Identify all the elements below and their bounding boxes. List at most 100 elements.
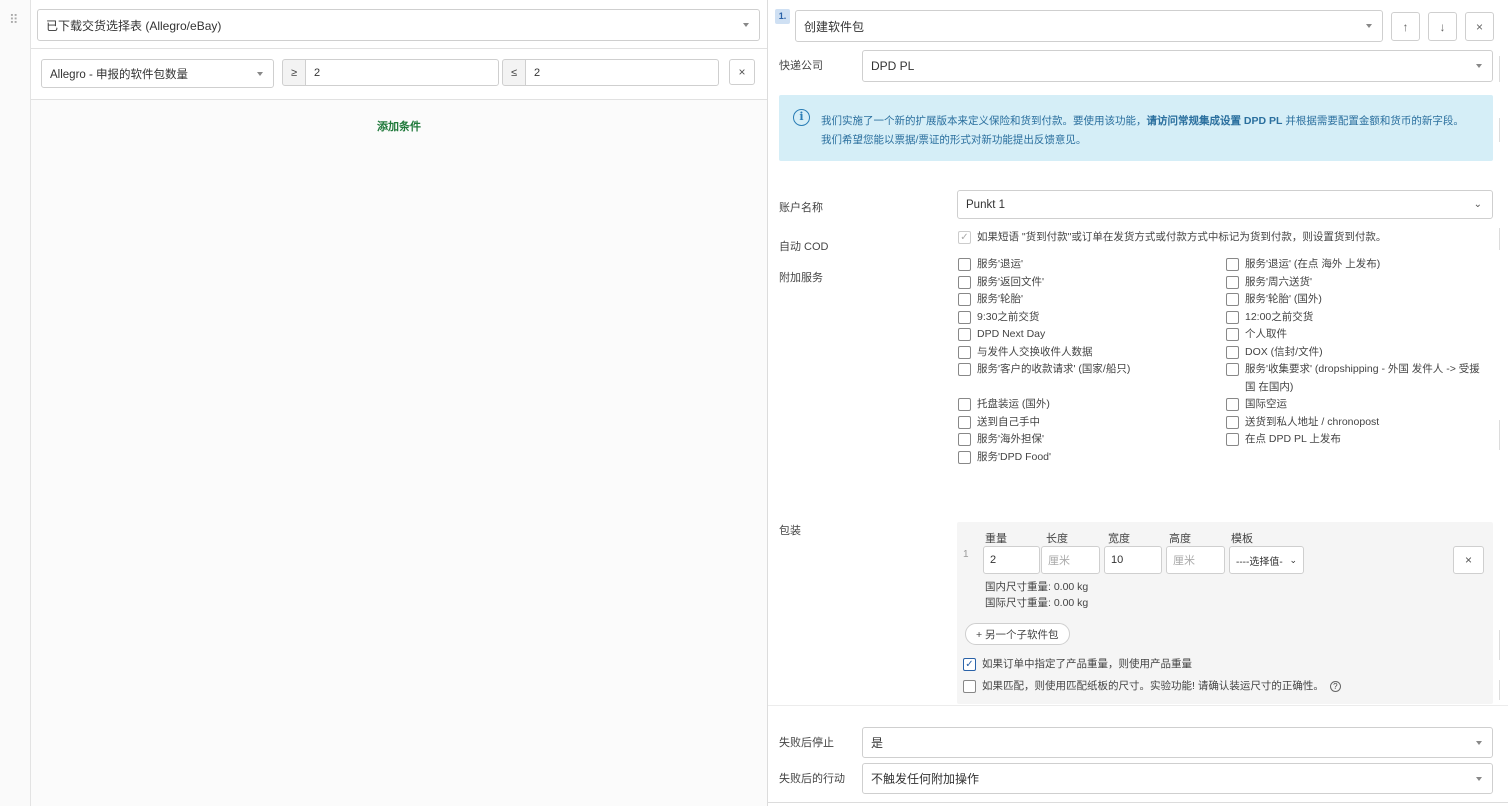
- close-icon: ×: [1464, 553, 1472, 567]
- service-checkbox[interactable]: [1226, 345, 1239, 359]
- info-alert: i 我们实施了一个新的扩展版本来定义保险和货到付款。要使用该功能，请访问常规集成…: [779, 95, 1493, 161]
- action-number-badge: 1.: [775, 9, 790, 24]
- auto-cod-checkbox[interactable]: ✓: [958, 231, 971, 244]
- arrow-down-icon: ↓: [1439, 19, 1446, 34]
- min-value-input[interactable]: 2: [305, 59, 499, 86]
- remove-condition-button[interactable]: ×: [729, 59, 755, 85]
- integration-settings-link[interactable]: 请访问常规集成设置 DPD PL: [1147, 115, 1283, 127]
- service-checkbox[interactable]: [958, 433, 971, 446]
- edge-divider: [1499, 630, 1500, 660]
- service-label: 送到自己手中: [977, 415, 1040, 428]
- service-label: 12:00之前交货: [1245, 310, 1314, 323]
- account-select[interactable]: Punkt 1 ⌄: [957, 190, 1493, 219]
- service-option[interactable]: 服务'轮胎' (国外): [1226, 291, 1488, 309]
- service-option[interactable]: 12:00之前交货: [1226, 309, 1488, 327]
- template-select[interactable]: ----选择值- ⌄: [1229, 546, 1304, 574]
- service-checkbox[interactable]: [1226, 328, 1239, 341]
- source-select[interactable]: 已下载交货选择表 (Allegro/eBay): [37, 9, 760, 41]
- service-checkbox[interactable]: [1226, 363, 1239, 376]
- service-checkbox[interactable]: [958, 293, 971, 306]
- service-label: 服务'退运' (在点 海外 上发布): [1245, 258, 1381, 270]
- service-option[interactable]: 服务'退运': [958, 256, 1218, 274]
- service-checkbox[interactable]: [1226, 310, 1239, 324]
- service-checkbox[interactable]: [958, 328, 971, 341]
- service-checkbox[interactable]: [958, 345, 971, 359]
- service-option[interactable]: DOX (信封/文件): [1226, 344, 1488, 362]
- service-checkbox[interactable]: [1226, 293, 1239, 306]
- use-carton-size-option[interactable]: 如果匹配，则使用匹配纸板的尺寸。实验功能! 请确认装运尺寸的正确性。 ?: [963, 678, 1341, 696]
- service-label: DPD Next Day: [977, 328, 1046, 340]
- width-input[interactable]: 10: [1104, 546, 1162, 574]
- use-product-weight-checkbox[interactable]: ✓: [963, 658, 976, 671]
- service-checkbox[interactable]: [958, 258, 971, 271]
- service-checkbox[interactable]: [1226, 275, 1239, 289]
- weight-header: 重量: [985, 533, 1007, 545]
- service-option[interactable]: 送货到私人地址 / chronopost: [1226, 414, 1488, 432]
- chevron-down-icon: [1366, 24, 1372, 28]
- service-label: 服务'客户的收款请求' (国家/船只): [977, 363, 1131, 375]
- intl-dim-weight: 国际尺寸重量: 0.00 kg: [985, 597, 1089, 609]
- chevron-down-icon: ⌄: [1473, 199, 1482, 210]
- package-index: 1: [963, 549, 969, 560]
- service-option[interactable]: 服务'收集要求' (dropshipping - 外国 发件人 -> 受援国 在…: [1226, 361, 1488, 396]
- length-header: 长度: [1046, 533, 1068, 545]
- service-checkbox[interactable]: [958, 310, 971, 324]
- service-checkbox[interactable]: [958, 398, 971, 411]
- service-option[interactable]: 个人取件: [1226, 326, 1488, 344]
- action-after-fail-label: 失败后的行动: [779, 773, 845, 785]
- stop-on-fail-select[interactable]: 是: [862, 727, 1493, 758]
- use-carton-size-label: 如果匹配，则使用匹配纸板的尺寸。实验功能! 请确认装运尺寸的正确性。: [982, 680, 1324, 692]
- max-value-input[interactable]: 2: [525, 59, 719, 86]
- add-subpackage-button[interactable]: + 另一个子软件包: [965, 623, 1070, 645]
- courier-select[interactable]: DPD PL: [862, 50, 1493, 82]
- add-condition-link[interactable]: 添加条件: [31, 118, 767, 134]
- service-option[interactable]: 服务'海外担保': [958, 431, 1218, 449]
- close-icon: ×: [1475, 19, 1483, 34]
- use-product-weight-option[interactable]: ✓ 如果订单中指定了产品重量，则使用产品重量: [963, 656, 1192, 674]
- service-checkbox[interactable]: [958, 415, 971, 429]
- info-text-feedback: 我们希望您能以票据/票证的形式对新功能提出反馈意见。: [821, 134, 1087, 146]
- use-carton-size-checkbox[interactable]: [963, 680, 976, 693]
- service-option[interactable]: 送到自己手中: [958, 414, 1218, 432]
- service-option[interactable]: 国际空运: [1226, 396, 1488, 414]
- remove-package-button[interactable]: ×: [1453, 546, 1484, 574]
- remove-action-button[interactable]: ×: [1465, 12, 1494, 41]
- edge-divider: [1499, 228, 1500, 250]
- drag-handle-icon[interactable]: ⠿: [9, 13, 18, 26]
- service-option[interactable]: 服务'DPD Food': [958, 449, 1218, 467]
- service-option[interactable]: 9:30之前交货: [958, 309, 1218, 327]
- service-option[interactable]: 服务'返回文件': [958, 274, 1218, 292]
- service-option[interactable]: 在点 DPD PL 上发布: [1226, 431, 1488, 449]
- help-icon[interactable]: ?: [1329, 681, 1341, 692]
- service-option[interactable]: 服务'周六送货': [1226, 274, 1488, 292]
- service-option[interactable]: 托盘装运 (国外): [958, 396, 1218, 414]
- condition-field-select[interactable]: Allegro - 申报的软件包数量: [41, 59, 274, 88]
- height-input[interactable]: 厘米: [1166, 546, 1225, 574]
- weight-input[interactable]: 2: [983, 546, 1040, 574]
- condition-row: Allegro - 申报的软件包数量 ≥ 2 ≤ 2 ×: [31, 49, 767, 100]
- account-select-value: Punkt 1: [966, 198, 1005, 211]
- action-select[interactable]: 创建软件包: [795, 10, 1383, 42]
- service-checkbox[interactable]: [1226, 258, 1239, 271]
- action-after-fail-select[interactable]: 不触发任何附加操作: [862, 763, 1493, 794]
- action-select-value: 创建软件包: [804, 19, 865, 34]
- service-checkbox[interactable]: [958, 275, 971, 289]
- service-checkbox[interactable]: [958, 363, 971, 376]
- move-down-button[interactable]: ↓: [1428, 12, 1457, 41]
- service-option[interactable]: 服务'轮胎': [958, 291, 1218, 309]
- info-text-part1: 我们实施了一个新的扩展版本来定义保险和货到付款。要使用该功能，: [821, 115, 1147, 127]
- service-option[interactable]: 服务'退运' (在点 海外 上发布): [1226, 256, 1488, 274]
- service-option[interactable]: DPD Next Day: [958, 326, 1218, 344]
- service-checkbox[interactable]: [1226, 415, 1239, 429]
- service-checkbox[interactable]: [958, 450, 971, 464]
- edge-divider: [1499, 118, 1500, 142]
- service-checkbox[interactable]: [1226, 398, 1239, 411]
- use-product-weight-label: 如果订单中指定了产品重量，则使用产品重量: [982, 658, 1192, 670]
- move-up-button[interactable]: ↑: [1391, 12, 1420, 41]
- length-input[interactable]: 厘米: [1041, 546, 1100, 574]
- info-text-part2: 并根据需要配置金额和货币的新字段。: [1282, 115, 1464, 127]
- service-option[interactable]: 服务'客户的收款请求' (国家/船只): [958, 361, 1218, 396]
- service-option[interactable]: 与发件人交换收件人数据: [958, 344, 1218, 362]
- chevron-down-icon: [1476, 740, 1482, 745]
- service-checkbox[interactable]: [1226, 433, 1239, 446]
